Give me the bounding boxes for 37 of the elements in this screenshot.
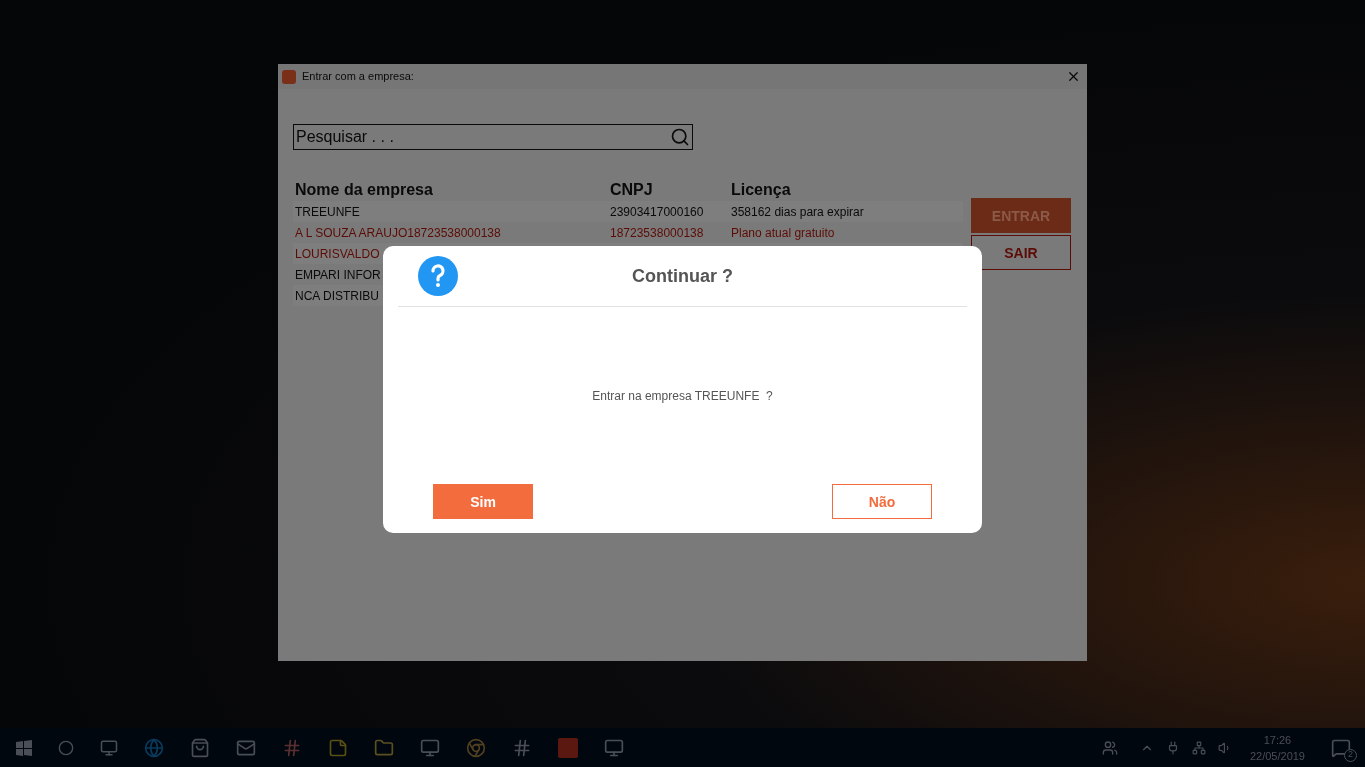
clock-time[interactable]: 17:26 [1263,731,1292,748]
window-title: Entrar com a empresa: [302,69,414,85]
dialog-title: Continuar ? [632,264,733,288]
notifications-icon[interactable] [1331,737,1351,758]
browser-icon[interactable] [144,737,164,758]
search-circle-icon[interactable] [58,739,74,756]
search-icon [670,127,690,147]
dialog-message: Entrar na empresa TREEUNFE ? [592,387,773,405]
notification-count: 2 [1344,748,1357,762]
clock-date[interactable]: 22/05/2019 [1249,747,1305,764]
table-cell-text: 23903417000160 [610,203,705,221]
search-field[interactable]: Pesquisar . . . [293,124,693,150]
chrome-icon[interactable] [466,737,486,758]
app-logo-icon [282,69,296,84]
question-icon [418,256,458,296]
column-header: Nome da empresa [295,180,434,200]
table-cell-text: LOURISVALDO [295,245,380,263]
store-icon[interactable] [190,737,210,758]
people-icon[interactable] [1101,739,1118,756]
sticky-note-icon[interactable] [328,737,348,758]
folder-icon[interactable] [374,737,394,758]
no-button[interactable]: Não [832,484,932,519]
column-header: Licença [731,180,792,200]
windows-logo-icon[interactable] [16,739,32,756]
close-icon[interactable] [1066,69,1081,84]
table-cell-text: 18723538000138 [610,224,705,242]
network-icon[interactable] [1191,740,1206,755]
table-cell-text: 358162 dias para expirar [731,203,865,221]
table-cell-text: NCA DISTRIBU [295,287,379,305]
table-cell-text: Plano atual gratuito [731,224,836,242]
app-tile-icon[interactable] [558,737,578,758]
table-cell-text: A L SOUZA ARAUJO18723538000138 [295,224,502,242]
computer-icon[interactable] [604,737,624,758]
table-cell-text: TREEUNFE [295,203,361,221]
yes-button[interactable]: Sim [433,484,533,519]
table-cell-text: EMPARI INFOR [295,266,381,284]
column-header: CNPJ [610,180,654,200]
